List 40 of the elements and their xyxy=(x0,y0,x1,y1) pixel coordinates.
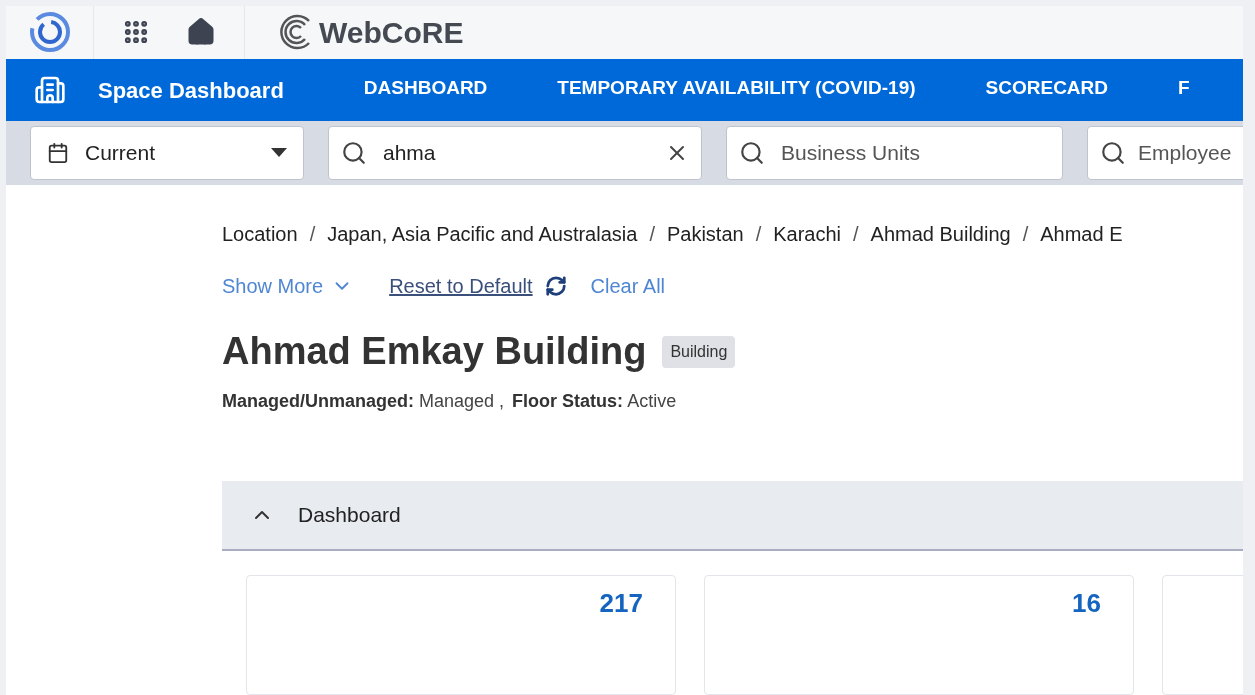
property-text: Managed/Unmanaged: Managed , xyxy=(222,390,505,413)
stat-value: 217 xyxy=(599,587,643,620)
employees-field[interactable]: Employee xyxy=(1087,126,1243,181)
search-icon xyxy=(341,140,367,167)
nav-tab[interactable]: DASHBOARD xyxy=(363,65,488,115)
section-header[interactable]: Dashboard xyxy=(222,481,1243,551)
breadcrumb-separator: / xyxy=(309,222,316,247)
business-units-field[interactable]: Business Units xyxy=(726,126,1063,181)
search-icon xyxy=(739,140,765,167)
calendar-icon xyxy=(47,142,69,165)
property-text: Floor Status: Active xyxy=(512,390,677,413)
app-title: Space Dashboard xyxy=(98,76,284,105)
breadcrumb-link[interactable]: Japan, Asia Pacific and Australasia xyxy=(327,219,638,249)
building-icon xyxy=(34,74,66,106)
nav-tab[interactable]: SCORECARD xyxy=(985,65,1108,115)
nav-tab[interactable]: TEMPORARY AVAILABILITY (COVID-19) xyxy=(557,65,916,115)
reset-link[interactable]: Reset to Default xyxy=(389,271,533,301)
nav-tab[interactable]: F xyxy=(1178,65,1190,115)
breadcrumb-link[interactable]: Karachi xyxy=(773,219,842,249)
breadcrumb-separator: / xyxy=(1022,222,1029,247)
section-title: Dashboard xyxy=(298,502,401,529)
period-dropdown[interactable]: Current xyxy=(30,126,304,181)
page-title: Ahmad Emkay Building xyxy=(222,329,647,374)
breadcrumb-separator: / xyxy=(649,222,655,247)
home-icon[interactable] xyxy=(186,17,216,48)
stat-value: 16 xyxy=(1072,587,1101,620)
breadcrumb-separator: / xyxy=(853,222,859,247)
caret-icon xyxy=(271,148,287,159)
breadcrumb-link[interactable]: Pakistan xyxy=(666,219,744,249)
breadcrumb-separator: / xyxy=(755,222,762,247)
show-more-button[interactable]: Show More xyxy=(222,271,354,301)
breadcrumb-link[interactable]: Location xyxy=(222,219,298,249)
brand-name: WebCoRE xyxy=(319,14,464,51)
breadcrumb-link[interactable]: Ahmad E xyxy=(1040,219,1123,249)
refresh-icon[interactable] xyxy=(544,275,567,297)
breadcrumb-link[interactable]: Ahmad Building xyxy=(870,219,1011,249)
clear-all-button[interactable]: Clear All xyxy=(590,271,666,301)
type-badge: Building xyxy=(662,335,736,368)
search-icon xyxy=(1100,140,1126,167)
search-field[interactable]: ahma xyxy=(328,126,702,181)
